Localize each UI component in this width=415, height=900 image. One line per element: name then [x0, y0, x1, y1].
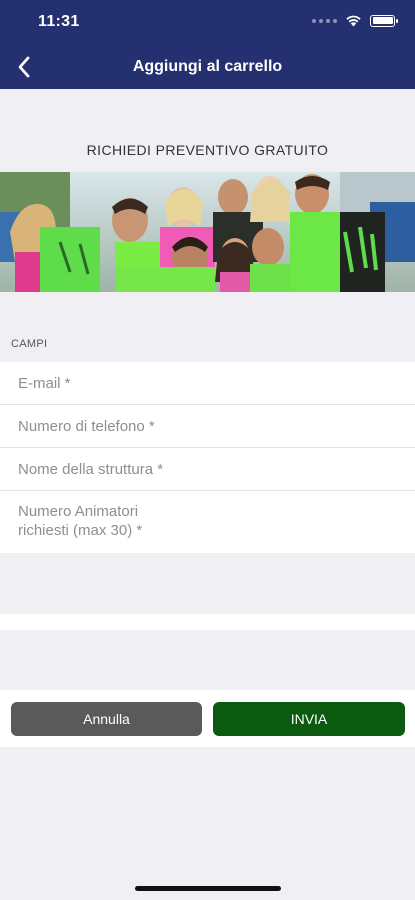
button-bar: Annulla INVIA: [0, 690, 415, 747]
quote-title: RICHIEDI PREVENTIVO GRATUITO: [86, 142, 329, 158]
nav-bar: Aggiungi al carrello: [0, 45, 415, 89]
cellular-signal-icon: [312, 18, 337, 23]
status-icons: [312, 14, 398, 27]
cancel-button[interactable]: Annulla: [11, 702, 202, 736]
battery-icon: [370, 14, 398, 27]
group-photo: [0, 172, 415, 292]
animators-count-label-line1: Numero Animatori: [18, 503, 139, 520]
home-indicator: [135, 886, 281, 891]
structure-name-field[interactable]: Nome della struttura *: [0, 448, 415, 491]
banner-image: [0, 172, 415, 292]
form-fields: E-mail * Numero di telefono * Nome della…: [0, 362, 415, 553]
phone-field-label: Numero di telefono *: [18, 418, 155, 435]
nav-title: Aggiungi al carrello: [132, 58, 283, 75]
animators-count-label-line2: richiesti (max 30) *: [18, 522, 143, 539]
phone-field[interactable]: Numero di telefono *: [0, 405, 415, 448]
divider-strip: [0, 614, 415, 630]
animators-count-field[interactable]: Numero Animatori richiesti (max 30) *: [0, 491, 415, 553]
section-label: CAMPI: [11, 338, 48, 350]
wifi-icon: [346, 15, 361, 27]
send-button[interactable]: INVIA: [213, 702, 405, 736]
status-bar: 11:31: [0, 0, 415, 45]
email-field-label: E-mail *: [18, 375, 71, 392]
status-time: 11:31: [38, 13, 80, 30]
structure-name-field-label: Nome della struttura *: [18, 461, 164, 478]
email-field[interactable]: E-mail *: [0, 362, 415, 405]
